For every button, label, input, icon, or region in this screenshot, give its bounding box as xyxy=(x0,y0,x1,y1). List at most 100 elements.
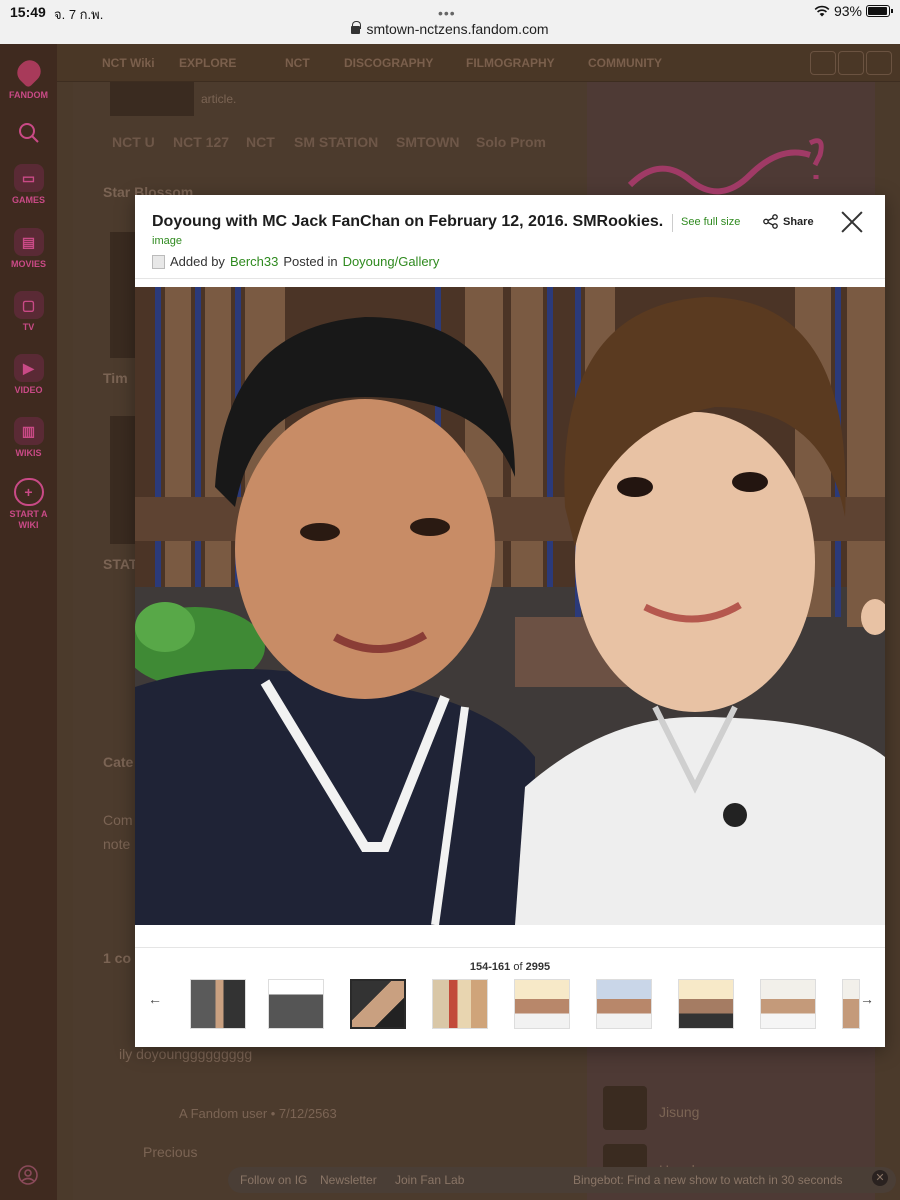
rail-item-label: VIDEO xyxy=(14,385,43,395)
tab-nct-u[interactable]: NCT U xyxy=(112,134,155,150)
share-icon xyxy=(763,214,778,229)
comment-text: ily doyounggggggggg xyxy=(119,1046,253,1062)
counter-total: 2995 xyxy=(525,961,551,973)
wiki-nav-item[interactable]: COMMUNITY xyxy=(588,56,662,70)
rail-item-wikis[interactable]: ▥ WIKIS xyxy=(0,417,57,458)
reply-author: A Fandom user • 7/12/2563 xyxy=(179,1106,337,1121)
added-by-prefix: Added by xyxy=(170,254,225,269)
film-icon: ▤ xyxy=(13,228,44,256)
member-avatar xyxy=(603,1086,647,1130)
moon-icon[interactable] xyxy=(866,51,892,75)
arrow-left-icon[interactable]: ← xyxy=(148,991,162,1007)
search-icon[interactable] xyxy=(810,51,836,75)
multitask-dots[interactable]: ••• xyxy=(438,5,456,21)
gallery-thumbnail[interactable] xyxy=(190,979,246,1029)
user-icon[interactable] xyxy=(17,1164,39,1186)
tab-smtown[interactable]: SMTOWN xyxy=(396,134,460,150)
close-icon[interactable] xyxy=(839,209,865,235)
categories-heading: Cate xyxy=(103,754,134,770)
wiki-nav-item[interactable]: NCT xyxy=(285,56,310,70)
gallery-link[interactable]: Doyoung/Gallery xyxy=(343,254,440,269)
wiki-nav-item[interactable]: DISCOGRAPHY xyxy=(344,56,433,70)
article-fragment: Com xyxy=(103,812,133,828)
gallery-thumbnail[interactable] xyxy=(432,979,488,1029)
see-full-size-link[interactable]: See full size xyxy=(681,216,740,228)
rail-item-label: MOVIES xyxy=(10,259,46,269)
discussion-icon[interactable] xyxy=(838,51,864,75)
close-icon[interactable]: ✕ xyxy=(872,1170,888,1186)
image-title: Doyoung with MC Jack FanChan on February… xyxy=(152,213,664,230)
gallery-thumbnail[interactable] xyxy=(678,979,734,1029)
share-label: Share xyxy=(783,215,814,228)
counter-of: of xyxy=(513,961,523,973)
gallery-thumbnail[interactable] xyxy=(760,979,816,1029)
follow-ig-link[interactable]: Follow on IG xyxy=(240,1173,307,1187)
wifi-icon xyxy=(814,5,830,17)
fan-lab-link[interactable]: Join Fan Lab xyxy=(395,1173,464,1187)
uploader-link[interactable]: Berch33 xyxy=(230,254,278,269)
gamepad-icon: ▭ xyxy=(13,164,44,192)
gallery-thumbnail[interactable] xyxy=(842,979,860,1029)
share-button[interactable]: Share xyxy=(763,214,814,229)
tab-sm-station[interactable]: SM STATION xyxy=(294,134,378,150)
attribution: Added by Berch33 Posted in Doyoung/Galle… xyxy=(152,254,439,269)
uploader-avatar[interactable] xyxy=(152,254,165,269)
rail-item-label: START A WIKI xyxy=(9,509,48,530)
wiki-nav-item[interactable]: EXPLORE xyxy=(179,56,236,70)
url-text: smtown-nctzens.fandom.com xyxy=(366,21,549,37)
counter-range: 154-161 xyxy=(469,961,511,973)
modal-divider xyxy=(135,278,885,279)
wiki-tools xyxy=(810,51,892,75)
play-icon: ▶ xyxy=(13,354,44,382)
modal-divider xyxy=(135,947,885,948)
header-divider xyxy=(672,214,673,232)
rail-item-video[interactable]: ▶ VIDEO xyxy=(0,354,57,395)
gallery-thumbnail[interactable] xyxy=(514,979,570,1029)
rail-item-games[interactable]: ▭ GAMES xyxy=(0,164,57,205)
tab-solo[interactable]: Solo Prom xyxy=(476,134,546,150)
tab-nct[interactable]: NCT xyxy=(246,134,275,150)
newsletter-link[interactable]: Newsletter xyxy=(320,1173,377,1187)
fandom-logo[interactable]: FANDOM xyxy=(0,54,57,100)
rail-item-label: TV xyxy=(22,322,35,332)
rail-item-label: GAMES xyxy=(11,195,45,205)
book-icon: ▥ xyxy=(13,417,44,445)
rail-item-start-wiki[interactable]: + START A WIKI xyxy=(0,478,57,531)
status-time: 15:49 xyxy=(10,4,46,20)
search-icon xyxy=(18,123,39,143)
comment-count: 1 co xyxy=(103,950,132,966)
rail-item-tv[interactable]: ▢ TV xyxy=(0,291,57,332)
wiki-nav-item[interactable]: NCT Wiki xyxy=(102,56,155,70)
gallery-thumbnail[interactable] xyxy=(596,979,652,1029)
fandom-rail: FANDOM ▭ GAMES ▤ MOVIES ▢ TV ▶ VIDEO ▥ W… xyxy=(0,44,57,1200)
rail-search[interactable] xyxy=(0,122,57,146)
address-bar[interactable]: smtown-nctzens.fandom.com xyxy=(0,21,900,37)
reply-text: Precious xyxy=(143,1144,198,1160)
rail-item-movies[interactable]: ▤ MOVIES xyxy=(0,228,57,269)
wiki-nav-item[interactable]: FILMOGRAPHY xyxy=(466,56,555,70)
posted-in-prefix: Posted in xyxy=(283,254,338,269)
battery-percent: 93% xyxy=(833,3,862,19)
member-name[interactable]: Jisung xyxy=(659,1104,699,1120)
file-type-link[interactable]: image xyxy=(152,235,182,247)
main-photo[interactable] xyxy=(135,287,885,925)
article-fragment: Tim xyxy=(103,370,128,386)
gallery-thumbnail[interactable] xyxy=(350,979,406,1029)
lock-icon xyxy=(351,21,362,34)
bingebot-link[interactable]: Bingebot: Find a new show to watch in 30… xyxy=(573,1173,843,1187)
article-fragment: STAT xyxy=(103,556,138,572)
gallery-thumbnail[interactable] xyxy=(268,979,324,1029)
wiki-navbar: NCT Wiki EXPLORE NCT DISCOGRAPHY FILMOGR… xyxy=(57,44,900,82)
arrow-right-icon[interactable]: → xyxy=(860,991,874,1007)
fandom-heart-icon xyxy=(14,54,44,88)
tab-nct-127[interactable]: NCT 127 xyxy=(173,134,229,150)
article-thumbnail xyxy=(110,82,194,116)
fandom-bottom-bar: Follow on IG Newsletter Join Fan Lab Bin… xyxy=(228,1167,896,1193)
fandom-brand-label: FANDOM xyxy=(9,90,48,100)
status-indicators: 93% xyxy=(814,3,893,19)
battery-icon xyxy=(866,5,893,17)
gallery-counter: 154-161 of 2995 xyxy=(135,961,885,973)
article-fragment: article. xyxy=(201,92,237,106)
article-fragment: note xyxy=(103,836,131,852)
rail-item-label: WIKIS xyxy=(15,448,42,458)
